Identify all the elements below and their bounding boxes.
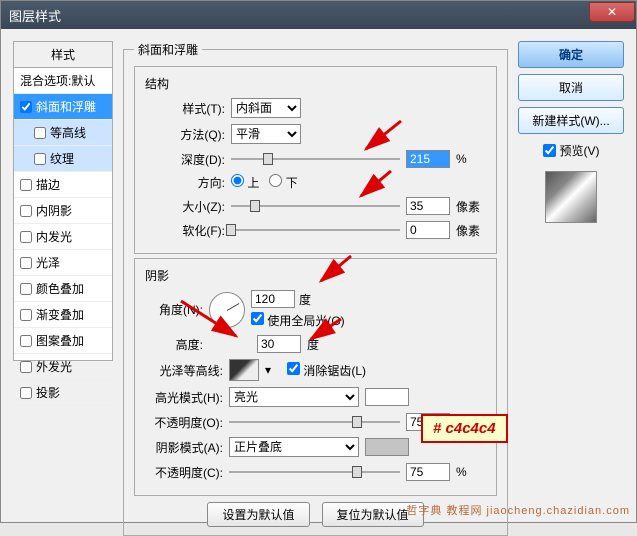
style-item-outerglow[interactable]: 外发光 xyxy=(14,354,112,380)
innerglow-checkbox[interactable] xyxy=(20,231,32,243)
highlight-color-swatch[interactable] xyxy=(365,388,409,406)
gloss-contour-swatch[interactable] xyxy=(229,359,259,381)
soften-slider[interactable] xyxy=(231,223,400,237)
shadow-mode-label: 阴影模式(A): xyxy=(145,439,223,456)
bevel-group: 斜面和浮雕 结构 样式(T): 内斜面 方法(Q): 平滑 深度(D): xyxy=(123,41,508,536)
opacity2-label: 不透明度(C): xyxy=(145,464,223,481)
dir-down-radio[interactable] xyxy=(269,174,282,187)
angle-input[interactable] xyxy=(251,290,295,308)
technique-label: 方法(Q): xyxy=(145,126,225,143)
shading-group: 阴影 角度(N): 度 使用全局光(G) 高度: xyxy=(134,258,497,496)
opacity2-input[interactable] xyxy=(406,463,450,481)
angle-widget[interactable] xyxy=(209,292,245,328)
depth-unit: % xyxy=(456,152,486,166)
style-item-satin[interactable]: 光泽 xyxy=(14,250,112,276)
satin-checkbox[interactable] xyxy=(20,257,32,269)
size-slider[interactable] xyxy=(231,199,400,213)
style-item-blending[interactable]: 混合选项:默认 xyxy=(14,68,112,94)
style-item-stroke[interactable]: 描边 xyxy=(14,172,112,198)
cancel-button[interactable]: 取消 xyxy=(518,74,624,101)
style-item-coloroverlay[interactable]: 颜色叠加 xyxy=(14,276,112,302)
coloroverlay-checkbox[interactable] xyxy=(20,283,32,295)
patternoverlay-checkbox[interactable] xyxy=(20,335,32,347)
opacity1-slider[interactable] xyxy=(229,415,400,429)
stroke-checkbox[interactable] xyxy=(20,179,32,191)
direction-label: 方向: xyxy=(145,174,225,191)
structure-group: 结构 样式(T): 内斜面 方法(Q): 平滑 深度(D): % xyxy=(134,66,497,254)
outerglow-checkbox[interactable] xyxy=(20,361,32,373)
innershadow-checkbox[interactable] xyxy=(20,205,32,217)
angle-label: 角度(N): xyxy=(145,301,203,318)
technique-select[interactable]: 平滑 xyxy=(231,124,301,144)
styles-header: 样式 xyxy=(14,42,112,68)
preview-option[interactable]: 预览(V) xyxy=(518,142,624,159)
close-button[interactable]: ✕ xyxy=(589,2,635,22)
shading-legend: 阴影 xyxy=(145,267,486,284)
soften-label: 软化(F): xyxy=(145,222,225,239)
dir-up-option[interactable]: 上 xyxy=(231,174,259,191)
preview-checkbox[interactable] xyxy=(543,144,556,157)
layer-style-dialog: 图层样式 ✕ 样式 混合选项:默认 斜面和浮雕 等高线 纹理 描边 内阴影 内发… xyxy=(0,0,637,523)
size-label: 大小(Z): xyxy=(145,198,225,215)
gradientoverlay-checkbox[interactable] xyxy=(20,309,32,321)
dir-up-radio[interactable] xyxy=(231,174,244,187)
altitude-label: 高度: xyxy=(145,336,203,353)
size-unit: 像素 xyxy=(456,198,486,215)
style-item-innershadow[interactable]: 内阴影 xyxy=(14,198,112,224)
style-item-patternoverlay[interactable]: 图案叠加 xyxy=(14,328,112,354)
shadow-mode-select[interactable]: 正片叠底 xyxy=(229,437,359,457)
annotation-note: # c4c4c4 xyxy=(421,414,508,443)
style-item-innerglow[interactable]: 内发光 xyxy=(14,224,112,250)
style-item-dropshadow[interactable]: 投影 xyxy=(14,380,112,406)
opacity1-label: 不透明度(O): xyxy=(145,414,223,431)
titlebar: 图层样式 ✕ xyxy=(1,1,636,29)
dropshadow-checkbox[interactable] xyxy=(20,387,32,399)
style-label: 样式(T): xyxy=(145,100,225,117)
styles-list: 样式 混合选项:默认 斜面和浮雕 等高线 纹理 描边 内阴影 内发光 光泽 颜色… xyxy=(13,41,113,361)
bevel-legend: 斜面和浮雕 xyxy=(134,41,202,58)
structure-legend: 结构 xyxy=(145,75,486,92)
global-light-option[interactable]: 使用全局光(G) xyxy=(251,312,345,329)
shadow-color-swatch[interactable] xyxy=(365,438,409,456)
bevel-checkbox[interactable] xyxy=(20,101,32,113)
depth-input[interactable] xyxy=(406,150,450,168)
opacity2-unit: % xyxy=(456,465,486,479)
altitude-unit: 度 xyxy=(307,336,319,353)
contour-checkbox[interactable] xyxy=(34,127,46,139)
antialias-checkbox[interactable] xyxy=(287,362,300,375)
global-light-checkbox[interactable] xyxy=(251,312,264,325)
style-select[interactable]: 内斜面 xyxy=(231,98,301,118)
soften-unit: 像素 xyxy=(456,222,486,239)
texture-checkbox[interactable] xyxy=(34,153,46,165)
depth-label: 深度(D): xyxy=(145,151,225,168)
right-panel: 确定 取消 新建样式(W)... 预览(V) xyxy=(518,41,624,510)
highlight-mode-select[interactable]: 亮光 xyxy=(229,387,359,407)
chevron-down-icon[interactable]: ▾ xyxy=(265,363,271,377)
altitude-input[interactable] xyxy=(257,335,301,353)
style-item-texture[interactable]: 纹理 xyxy=(14,146,112,172)
opacity2-slider[interactable] xyxy=(229,465,400,479)
style-item-gradientoverlay[interactable]: 渐变叠加 xyxy=(14,302,112,328)
dir-down-option[interactable]: 下 xyxy=(269,174,297,191)
style-item-contour[interactable]: 等高线 xyxy=(14,120,112,146)
ok-button[interactable]: 确定 xyxy=(518,41,624,68)
window-title: 图层样式 xyxy=(9,6,61,25)
make-default-button[interactable]: 设置为默认值 xyxy=(207,502,309,527)
contour-label: 光泽等高线: xyxy=(145,362,223,379)
styles-panel: 样式 混合选项:默认 斜面和浮雕 等高线 纹理 描边 内阴影 内发光 光泽 颜色… xyxy=(13,41,113,510)
antialias-option[interactable]: 消除锯齿(L) xyxy=(287,362,366,379)
angle-unit: 度 xyxy=(299,291,311,308)
new-style-button[interactable]: 新建样式(W)... xyxy=(518,107,624,134)
style-item-bevel[interactable]: 斜面和浮雕 xyxy=(14,94,112,120)
highlight-mode-label: 高光模式(H): xyxy=(145,389,223,406)
preview-swatch xyxy=(545,171,597,223)
depth-slider[interactable] xyxy=(231,152,400,166)
soften-input[interactable] xyxy=(406,221,450,239)
size-input[interactable] xyxy=(406,197,450,215)
watermark: 哲字典 教程网 jiaocheng.chazidian.com xyxy=(406,502,630,518)
